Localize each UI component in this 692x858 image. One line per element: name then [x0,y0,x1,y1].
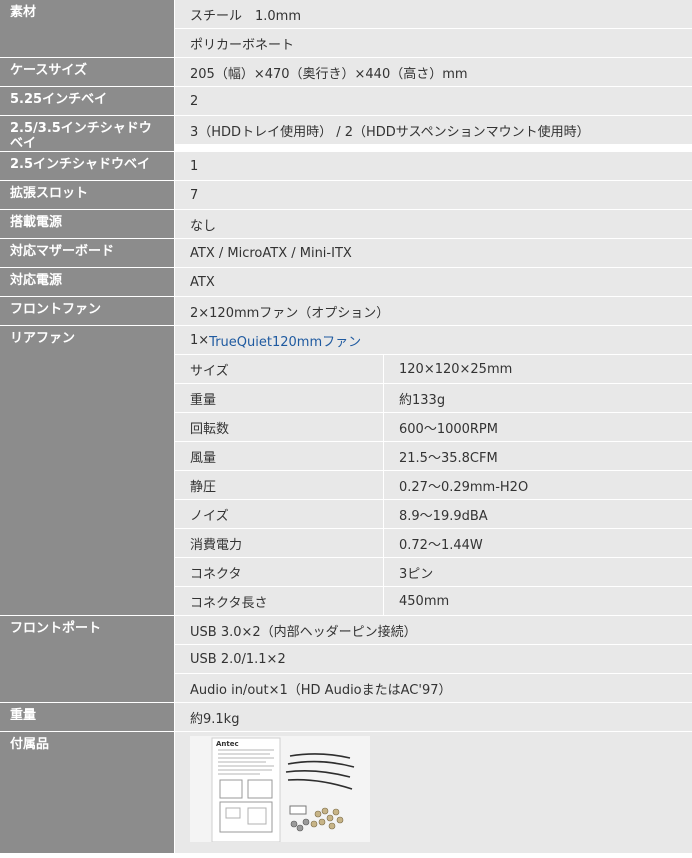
spec-value: 約9.1kg [175,703,692,732]
fan-spec-key: サイズ [175,355,384,383]
fan-spec-key: 静圧 [175,471,384,499]
fan-spec-value: 450mm [384,587,692,615]
spec-row: 拡張スロット 7 [0,181,692,210]
spec-row: フロントポート USB 3.0×2（内部ヘッダーピン接続） USB 2.0/1.1×… [0,616,692,703]
rear-fan-count: 1× [190,332,210,348]
spec-value: ATX / MicroATX / Mini-ITX [175,239,692,268]
fan-spec-table: サイズ 120×120×25mm 重量 約133g 回転数 600～1000RPM 風量 21… [175,355,692,616]
spec-label: フロントポート [0,616,175,703]
spec-row: 2.5インチシャドウベイ 1 [0,152,692,181]
spec-value: USB 3.0×2（内部ヘッダーピン接続） [175,616,692,645]
spec-value: 1 [175,152,692,181]
fan-spec-row: 重量 約133g [175,384,692,413]
accessories-photo: Antec [190,736,370,842]
spec-table: 素材 スチール 1.0mm ポリカーボネート ケースサイズ 205（幅）×470（奥行き… [0,0,692,853]
spec-label: 拡張スロット [0,181,175,210]
accessories-photo-cell: Antec [175,732,692,853]
fan-spec-value: 21.5～35.8CFM [384,442,692,470]
spec-label: 付属品 [0,732,175,853]
spec-value: 7 [175,181,692,210]
truequiet-fan-link[interactable]: TrueQuiet120mmファン [209,331,361,350]
fan-spec-row: コネクタ長さ 450mm [175,587,692,616]
spec-value: 205（幅）×470（奥行き）×440（高さ）mm [175,58,692,87]
spec-label: ケースサイズ [0,58,175,87]
spec-row: 5.25インチベイ 2 [0,87,692,116]
fan-spec-row: コネクタ 3ピン [175,558,692,587]
fan-spec-row: 消費電力 0.72～1.44W [175,529,692,558]
brand-logo: Antec [216,740,239,748]
spec-label: フロントファン [0,297,175,326]
spec-label: 対応マザーボード [0,239,175,268]
spec-label: 2.5インチシャドウベイ [0,152,175,181]
spec-label: リアファン [0,326,175,616]
fan-spec-row: 静圧 0.27～0.29mm-H2O [175,471,692,500]
fan-spec-key: ノイズ [175,500,384,528]
spec-row: 重量 約9.1kg [0,703,692,732]
spec-label: 素材 [0,0,175,58]
spec-value: ポリカーボネート [175,29,692,58]
spec-value: Audio in/out×1（HD AudioまたはAC'97） [175,674,692,703]
fan-spec-row: ノイズ 8.9～19.9dBA [175,500,692,529]
fan-spec-row: 風量 21.5～35.8CFM [175,442,692,471]
spec-row: 搭載電源 なし [0,210,692,239]
fan-spec-value: 0.72～1.44W [384,529,692,557]
spec-row-rear-fan: リアファン 1× TrueQuiet120mmファン サイズ 120×120×25m… [0,326,692,616]
spec-row: 素材 スチール 1.0mm ポリカーボネート [0,0,692,58]
fan-spec-key: コネクタ長さ [175,587,384,615]
fan-spec-key: コネクタ [175,558,384,586]
spec-value: なし [175,210,692,239]
spec-label: 重量 [0,703,175,732]
spec-label: 対応電源 [0,268,175,297]
fan-spec-key: 消費電力 [175,529,384,557]
fan-spec-value: 120×120×25mm [384,355,692,383]
spec-label: 2.5/3.5インチシャドウベイ [0,116,175,152]
spec-label: 搭載電源 [0,210,175,239]
fan-spec-value: 3ピン [384,558,692,586]
spec-value: USB 2.0/1.1×2 [175,645,692,674]
spec-label: 5.25インチベイ [0,87,175,116]
spec-value: 2×120mmファン（オプション） [175,297,692,326]
rear-fan-value: 1× TrueQuiet120mmファン [175,326,692,355]
fan-spec-value: 約133g [384,384,692,412]
spec-value: 2 [175,87,692,116]
fan-spec-row: サイズ 120×120×25mm [175,355,692,384]
fan-spec-value: 8.9～19.9dBA [384,500,692,528]
spec-row: 対応電源 ATX [0,268,692,297]
fan-spec-row: 回転数 600～1000RPM [175,413,692,442]
spec-row: 対応マザーボード ATX / MicroATX / Mini-ITX [0,239,692,268]
spec-row: ケースサイズ 205（幅）×470（奥行き）×440（高さ）mm [0,58,692,87]
fan-spec-value: 0.27～0.29mm-H2O [384,471,692,499]
spec-row: フロントファン 2×120mmファン（オプション） [0,297,692,326]
spec-value: 3（HDDトレイ使用時） / 2（HDDサスペンションマウント使用時） [175,116,692,145]
fan-spec-key: 重量 [175,384,384,412]
fan-spec-key: 回転数 [175,413,384,441]
spec-value: ATX [175,268,692,297]
spec-row: 2.5/3.5インチシャドウベイ 3（HDDトレイ使用時） / 2（HDDサスペン… [0,116,692,152]
fan-spec-value: 600～1000RPM [384,413,692,441]
spec-value: スチール 1.0mm [175,0,692,29]
spec-row-accessories: 付属品 Antec [0,732,692,853]
fan-spec-key: 風量 [175,442,384,470]
